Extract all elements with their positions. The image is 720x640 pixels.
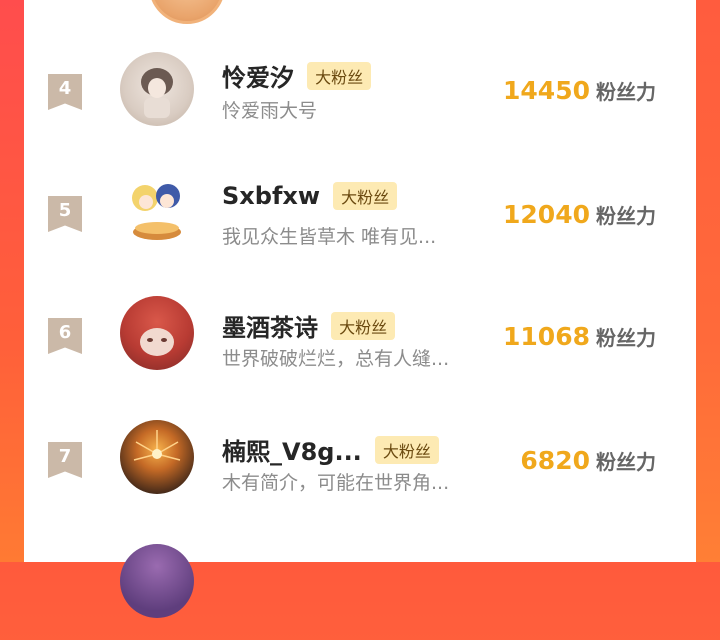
user-name[interactable]: 楠熙_V8g... <box>222 432 362 467</box>
score-value: 6820 <box>520 446 590 475</box>
avatar-illustration <box>141 68 173 118</box>
user-name-line: 楠熙_V8g... 大粉丝 <box>222 432 439 466</box>
fan-level-badge: 大粉丝 <box>333 182 398 210</box>
list-item[interactable]: 6 墨酒茶诗 大粉丝 世界破破烂烂，总有人缝... 11068 粉丝力 <box>24 284 696 394</box>
user-name[interactable]: Sxbfxw <box>222 182 320 210</box>
avatar-illustration <box>133 430 181 461</box>
avatar[interactable] <box>120 420 194 494</box>
user-bio: 怜爱雨大号 <box>222 100 318 122</box>
list-item[interactable]: 7 楠熙_V8g... 大粉丝 木有简介，可能在世界角... 6820 粉丝力 <box>24 408 696 518</box>
score-value: 14450 <box>503 76 590 105</box>
score-unit: 粉丝力 <box>596 204 656 228</box>
avatar[interactable] <box>120 296 194 370</box>
rank-badge: 6 <box>48 318 82 354</box>
user-name-line: Sxbfxw 大粉丝 <box>222 182 398 212</box>
score-unit: 粉丝力 <box>596 80 656 104</box>
user-name-line: 怜爱汐 大粉丝 <box>222 58 372 92</box>
list-item[interactable]: 5 Sxbfxw 大粉丝 我见众生皆草木 唯有见... 12040 粉丝力 <box>24 158 696 268</box>
avatar[interactable] <box>120 544 194 618</box>
user-bio: 我见众生皆草木 唯有见... <box>222 226 437 248</box>
user-bio: 木有简介，可能在世界角... <box>222 472 450 494</box>
score-unit: 粉丝力 <box>596 450 656 474</box>
avatar-illustration <box>132 184 181 240</box>
score-value: 12040 <box>503 200 590 229</box>
rank-badge: 7 <box>48 442 82 478</box>
fan-power-score: 6820 粉丝力 <box>520 446 656 475</box>
user-bio: 世界破破烂烂，总有人缝... <box>222 348 450 370</box>
list-item[interactable]: 4 怜爱汐 大粉丝 怜爱雨大号 14450 粉丝力 <box>24 36 696 146</box>
fan-power-score: 11068 粉丝力 <box>503 322 656 351</box>
fan-level-badge: 大粉丝 <box>331 311 396 340</box>
user-name[interactable]: 墨酒茶诗 <box>222 308 318 343</box>
left-frame <box>0 0 24 562</box>
fan-power-score: 12040 粉丝力 <box>503 200 656 229</box>
list-item[interactable] <box>24 530 696 640</box>
avatar[interactable] <box>120 52 194 126</box>
rank-badge: 4 <box>48 74 82 110</box>
user-name-line: 墨酒茶诗 大粉丝 <box>222 308 396 342</box>
fan-level-badge: 大粉丝 <box>307 61 372 90</box>
fan-power-score: 14450 粉丝力 <box>503 76 656 105</box>
rank-badge: 5 <box>48 196 82 232</box>
score-value: 11068 <box>503 322 590 351</box>
fan-level-badge: 大粉丝 <box>374 435 439 464</box>
right-frame <box>696 0 720 562</box>
user-name[interactable]: 怜爱汐 <box>222 58 294 93</box>
avatar[interactable] <box>120 176 194 250</box>
avatar-illustration <box>140 328 174 356</box>
fan-ranking-list: 4 怜爱汐 大粉丝 怜爱雨大号 14450 粉丝力 5 Sxbfxw 大粉丝 我… <box>24 0 696 618</box>
score-unit: 粉丝力 <box>596 326 656 350</box>
avatar[interactable] <box>149 0 225 24</box>
